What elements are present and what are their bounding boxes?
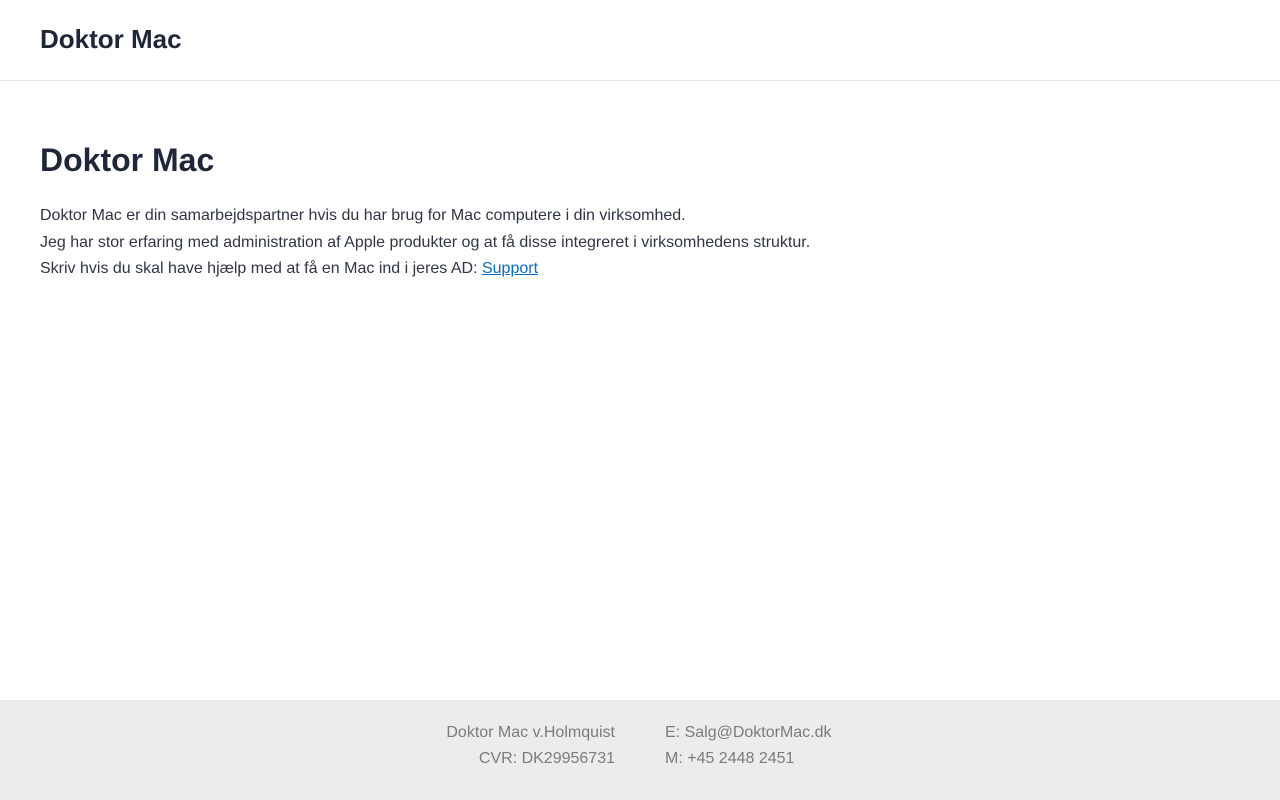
- site-footer: Doktor Mac v.Holmquist CVR: DK29956731 E…: [0, 700, 1280, 800]
- site-header: Doktor Mac: [0, 0, 1280, 81]
- intro-line-3: Skriv hvis du skal have hjælp med at få …: [40, 256, 1240, 283]
- footer-company-name: Doktor Mac v.Holmquist: [446, 724, 615, 741]
- intro-line-3-text: Skriv hvis du skal have hjælp med at få …: [40, 260, 482, 277]
- footer-phone: M: +45 2448 2451: [665, 750, 795, 767]
- intro-line-1: Doktor Mac er din samarbejdspartner hvis…: [40, 207, 686, 224]
- site-title-link[interactable]: Doktor Mac: [40, 24, 182, 54]
- main-content: Doktor Mac Doktor Mac er din samarbejdsp…: [40, 140, 1240, 283]
- footer-company-info: Doktor Mac v.Holmquist CVR: DK29956731: [446, 720, 615, 772]
- intro-text: Doktor Mac er din samarbejdspartner hvis…: [40, 203, 1240, 283]
- intro-line-2: Jeg har stor erfaring med administration…: [40, 233, 811, 251]
- footer-contact-info: E: Salg@DoktorMac.dk M: +45 2448 2451: [665, 720, 832, 772]
- footer-cvr: CVR: DK29956731: [478, 750, 615, 767]
- footer-email: E: Salg@DoktorMac.dk: [665, 724, 832, 741]
- support-link[interactable]: Support: [482, 260, 538, 277]
- page-title: Doktor Mac: [40, 142, 215, 178]
